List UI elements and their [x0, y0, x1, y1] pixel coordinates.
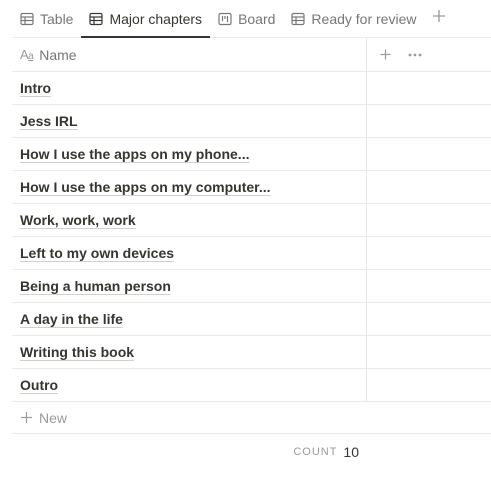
table-row[interactable]: How I use the apps on my phone... [12, 138, 491, 171]
tab-label: Ready for review [311, 10, 417, 27]
tab-table[interactable]: Table [12, 0, 81, 37]
add-view-button[interactable] [428, 0, 450, 37]
row-title[interactable]: Work, work, work [20, 212, 136, 228]
count-label: COUNT [293, 446, 338, 458]
row-title[interactable]: Outro [20, 377, 58, 393]
plus-icon [20, 411, 33, 424]
empty-cell[interactable] [367, 204, 491, 236]
empty-cell[interactable] [367, 105, 491, 137]
table-icon [89, 12, 104, 26]
name-column-header[interactable]: Aa Name [12, 38, 367, 71]
database-view: Table Major chapters Board Ready for rev… [0, 0, 491, 477]
tab-ready-for-review[interactable]: Ready for review [283, 0, 424, 37]
tab-major-chapters[interactable]: Major chapters [81, 0, 211, 38]
table-icon [20, 12, 34, 26]
table-icon [291, 12, 306, 26]
new-row-button[interactable]: New [12, 402, 491, 434]
empty-cell[interactable] [367, 237, 491, 269]
new-row-label: New [39, 409, 68, 426]
count-value: 10 [343, 444, 359, 460]
table-row[interactable]: Left to my own devices [12, 237, 491, 270]
table-row[interactable]: Jess IRL [12, 105, 491, 138]
tab-label: Board [238, 10, 276, 27]
table-row[interactable]: Work, work, work [12, 204, 491, 237]
row-title[interactable]: Left to my own devices [20, 245, 174, 261]
empty-cell[interactable] [367, 72, 491, 104]
table-row[interactable]: Writing this book [12, 336, 491, 369]
view-tabs: Table Major chapters Board Ready for rev… [12, 0, 491, 38]
row-title[interactable]: Jess IRL [20, 113, 78, 129]
empty-cell[interactable] [367, 270, 491, 302]
plus-icon[interactable] [377, 47, 393, 63]
table-row[interactable]: Being a human person [12, 270, 491, 303]
row-title[interactable]: How I use the apps on my phone... [20, 146, 249, 162]
table-row[interactable]: A day in the life [12, 303, 491, 336]
empty-cell[interactable] [367, 138, 491, 170]
empty-cell[interactable] [367, 336, 491, 368]
name-column-label: Name [39, 46, 77, 63]
board-icon [218, 12, 232, 26]
table-header: Aa Name [12, 38, 491, 72]
tab-board[interactable]: Board [210, 0, 283, 37]
count-calculation[interactable]: COUNT 10 [12, 440, 367, 464]
empty-cell[interactable] [367, 171, 491, 203]
empty-cell[interactable] [367, 303, 491, 335]
table-row[interactable]: How I use the apps on my computer... [12, 171, 491, 204]
tab-label: Major chapters [109, 11, 203, 27]
row-title[interactable]: Intro [20, 80, 51, 96]
table-row[interactable]: Outro [12, 369, 491, 402]
more-horizontal-icon[interactable] [407, 47, 423, 63]
empty-cell[interactable] [367, 369, 491, 401]
table: Aa Name Intro Jess IRL How I use the app… [12, 38, 491, 434]
row-title[interactable]: Being a human person [20, 278, 171, 294]
row-title[interactable]: Writing this book [20, 344, 134, 360]
tab-label: Table [40, 10, 74, 27]
plus-icon [432, 9, 446, 28]
text-property-icon: Aa [20, 46, 34, 62]
table-row[interactable]: Intro [12, 72, 491, 105]
header-actions [367, 38, 491, 71]
row-title[interactable]: How I use the apps on my computer... [20, 179, 271, 195]
row-title[interactable]: A day in the life [20, 311, 123, 327]
